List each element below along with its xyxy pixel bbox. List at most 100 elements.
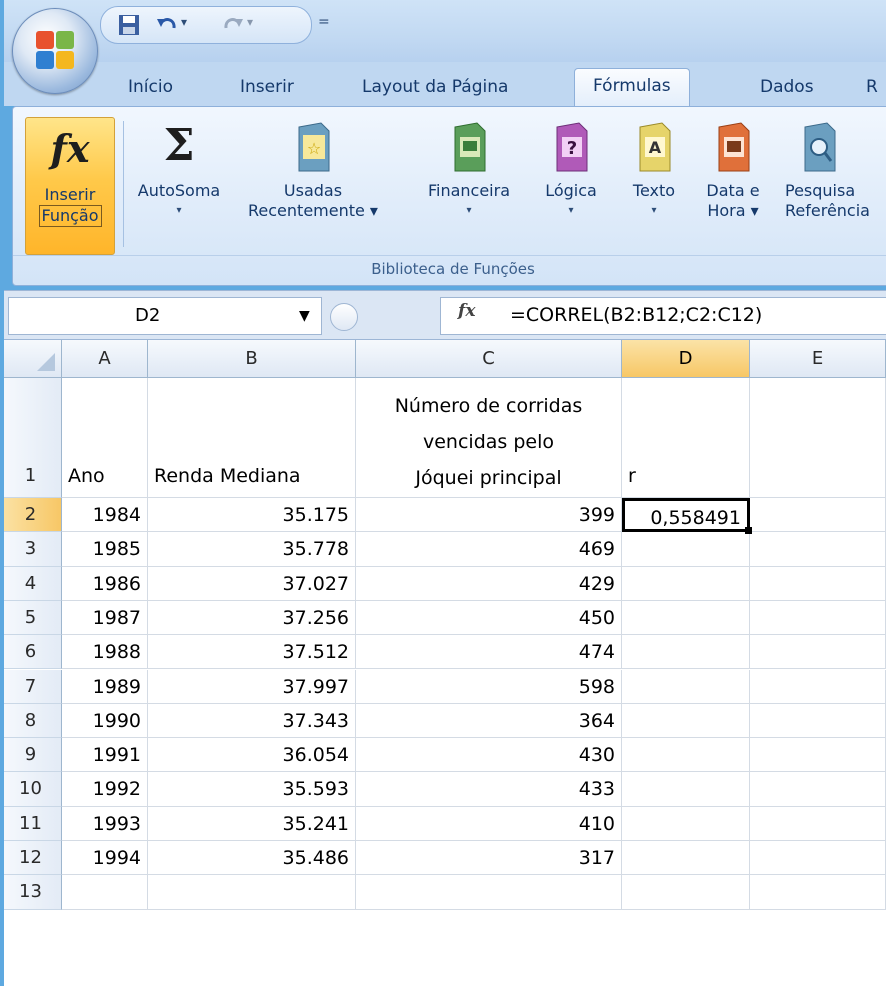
formula-bar-resize-icon[interactable] <box>330 303 358 331</box>
cell-e3[interactable] <box>750 532 886 567</box>
cell-a13[interactable] <box>62 875 148 910</box>
cell-c2[interactable]: 399 <box>356 498 622 533</box>
cell-a4[interactable]: 1986 <box>62 566 148 601</box>
cell-a2[interactable]: 1984 <box>62 498 148 533</box>
cell-d3[interactable] <box>622 532 750 567</box>
cell-c9[interactable]: 430 <box>356 738 622 773</box>
cell-a10[interactable]: 1992 <box>62 772 148 807</box>
cell-c12[interactable]: 317 <box>356 841 622 876</box>
name-box-dropdown-icon[interactable]: ▼ <box>299 298 310 334</box>
row-header-10[interactable]: 10 <box>0 772 62 807</box>
cell-a7[interactable]: 1989 <box>62 669 148 704</box>
office-button[interactable] <box>12 8 98 94</box>
tab-formulas[interactable]: Fórmulas <box>574 68 690 107</box>
cell-e6[interactable] <box>750 635 886 670</box>
cell-b5[interactable]: 37.256 <box>148 600 356 636</box>
row-header-8[interactable]: 8 <box>0 703 62 739</box>
cell-d9[interactable] <box>622 738 750 773</box>
undo-dropdown-icon[interactable]: ▾ <box>181 15 187 29</box>
cell-b11[interactable]: 35.241 <box>148 806 356 841</box>
row-header-7[interactable]: 7 <box>0 669 62 704</box>
select-all-button[interactable] <box>0 340 62 378</box>
cell-b12[interactable]: 35.486 <box>148 841 356 876</box>
tab-r[interactable]: R <box>866 70 878 104</box>
cell-c10[interactable]: 433 <box>356 772 622 807</box>
cell-b8[interactable]: 37.343 <box>148 703 356 739</box>
tab-inserir[interactable]: Inserir <box>240 70 294 104</box>
customize-qat-icon[interactable]: = <box>318 14 330 30</box>
tab-inicio[interactable]: Início <box>128 70 173 104</box>
cell-d13[interactable] <box>622 875 750 910</box>
cell-d10[interactable] <box>622 772 750 807</box>
insert-function-button[interactable]: fx Inserir Função <box>25 117 115 255</box>
row-header-13[interactable]: 13 <box>0 875 62 910</box>
cell-e1[interactable] <box>750 378 886 498</box>
recently-used-button[interactable]: ☆ Usadas Recentemente ▾ <box>243 121 383 221</box>
name-box[interactable]: D2 ▼ <box>8 297 322 335</box>
cell-d4[interactable] <box>622 566 750 601</box>
cell-c4[interactable]: 429 <box>356 566 622 601</box>
cell-c3[interactable]: 469 <box>356 532 622 567</box>
cell-e7[interactable] <box>750 669 886 704</box>
cell-b7[interactable]: 37.997 <box>148 669 356 704</box>
cell-c13[interactable] <box>356 875 622 910</box>
cell-d8[interactable] <box>622 703 750 739</box>
save-icon[interactable] <box>117 13 141 37</box>
cell-d12[interactable] <box>622 841 750 876</box>
cell-b3[interactable]: 35.778 <box>148 532 356 567</box>
insert-function-fx-icon[interactable]: fx <box>458 301 475 321</box>
selected-cell-d2[interactable]: 0,558491 <box>622 498 750 533</box>
column-header-e[interactable]: E <box>750 340 886 378</box>
cell-c6[interactable]: 474 <box>356 635 622 670</box>
cell-d1[interactable]: r <box>622 378 750 498</box>
row-header-12[interactable]: 12 <box>0 841 62 876</box>
cell-e13[interactable] <box>750 875 886 910</box>
financial-button[interactable]: Financeira ▾ <box>411 121 527 221</box>
column-header-c[interactable]: C <box>356 340 622 378</box>
cell-d11[interactable] <box>622 806 750 841</box>
cell-b9[interactable]: 36.054 <box>148 738 356 773</box>
cell-e12[interactable] <box>750 841 886 876</box>
undo-icon[interactable] <box>155 13 179 37</box>
fill-handle[interactable] <box>745 527 752 535</box>
cell-b10[interactable]: 35.593 <box>148 772 356 807</box>
cell-b6[interactable]: 37.512 <box>148 635 356 670</box>
cell-b1[interactable]: Renda Mediana <box>148 378 356 498</box>
cell-c1[interactable]: Número de corridas vencidas pelo Jóquei … <box>356 378 622 498</box>
cell-a1[interactable]: Ano <box>62 378 148 498</box>
cell-b4[interactable]: 37.027 <box>148 566 356 601</box>
row-header-11[interactable]: 11 <box>0 806 62 841</box>
cell-e11[interactable] <box>750 806 886 841</box>
cell-d7[interactable] <box>622 669 750 704</box>
cell-e5[interactable] <box>750 600 886 636</box>
cell-b13[interactable] <box>148 875 356 910</box>
cell-c11[interactable]: 410 <box>356 806 622 841</box>
row-header-2[interactable]: 2 <box>0 498 62 533</box>
row-header-5[interactable]: 5 <box>0 600 62 636</box>
cell-a5[interactable]: 1987 <box>62 600 148 636</box>
row-header-1[interactable]: 1 <box>0 378 62 498</box>
cell-d6[interactable] <box>622 635 750 670</box>
column-header-d[interactable]: D <box>622 340 750 378</box>
row-header-3[interactable]: 3 <box>0 532 62 567</box>
cell-e8[interactable] <box>750 703 886 739</box>
row-header-4[interactable]: 4 <box>0 566 62 601</box>
cell-c7[interactable]: 598 <box>356 669 622 704</box>
cell-e9[interactable] <box>750 738 886 773</box>
column-header-b[interactable]: B <box>148 340 356 378</box>
redo-dropdown-icon[interactable]: ▾ <box>247 15 253 29</box>
cell-a9[interactable]: 1991 <box>62 738 148 773</box>
cell-c8[interactable]: 364 <box>356 703 622 739</box>
cell-a6[interactable]: 1988 <box>62 635 148 670</box>
date-time-button[interactable]: Data e Hora ▾ <box>697 121 769 221</box>
cell-a3[interactable]: 1985 <box>62 532 148 567</box>
cell-b2[interactable]: 35.175 <box>148 498 356 533</box>
text-button[interactable]: A Texto ▾ <box>621 121 687 221</box>
tab-layout-da-pagina[interactable]: Layout da Página <box>362 70 508 104</box>
cell-a8[interactable]: 1990 <box>62 703 148 739</box>
row-header-6[interactable]: 6 <box>0 635 62 670</box>
row-header-9[interactable]: 9 <box>0 738 62 773</box>
tab-dados[interactable]: Dados <box>760 70 814 104</box>
logical-button[interactable]: ? Lógica ▾ <box>533 121 609 221</box>
redo-icon[interactable] <box>221 13 245 37</box>
